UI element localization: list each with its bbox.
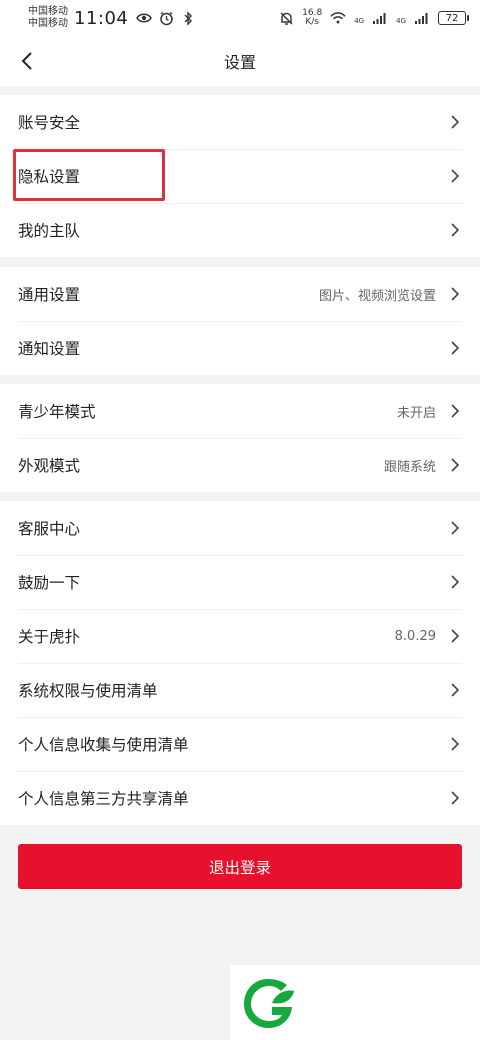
item-label: 客服中心 (18, 520, 81, 538)
chevron-right-icon (450, 574, 462, 590)
item-label: 关于虎扑 (18, 628, 81, 646)
wifi-icon (330, 10, 346, 26)
item-label: 通知设置 (18, 340, 81, 358)
item-label: 个人信息收集与使用清单 (18, 736, 189, 754)
settings-group-mode: 青少年模式 未开启 外观模式 跟随系统 (0, 384, 480, 492)
signal-1-icon (372, 10, 388, 26)
logout-button[interactable]: 退出登录 (18, 844, 462, 889)
settings-group-about: 客服中心 鼓励一下 关于虎扑 8.0.29 系统权限与使用清单 个人信息收集与使… (0, 501, 480, 825)
carrier-info: 中国移动 中国移动 (28, 6, 68, 30)
chevron-right-icon (450, 222, 462, 238)
settings-item-permissions-list[interactable]: 系统权限与使用清单 (0, 663, 480, 717)
item-label: 通用设置 (18, 286, 81, 304)
back-button[interactable] (12, 46, 42, 76)
carrier-2: 中国移动 (28, 18, 68, 29)
chevron-right-icon (450, 520, 462, 536)
leaf-logo-icon (244, 979, 294, 1028)
clock: 11:04 (74, 7, 129, 29)
chevron-right-icon (450, 628, 462, 644)
settings-item-about[interactable]: 关于虎扑 8.0.29 (0, 609, 480, 663)
item-label: 个人信息第三方共享清单 (18, 790, 189, 808)
chevron-right-icon (450, 340, 462, 356)
battery-indicator: 72 (438, 11, 469, 25)
item-value: 未开启 (396, 405, 436, 421)
settings-group-account: 账号安全 隐私设置 我的主队 (0, 95, 480, 257)
item-value: 跟随系统 (383, 459, 436, 475)
settings-item-personal-info-collection[interactable]: 个人信息收集与使用清单 (0, 717, 480, 771)
eye-icon (136, 10, 153, 26)
settings-item-privacy[interactable]: 隐私设置 (0, 149, 480, 203)
signal-1-label: 4G (354, 17, 365, 25)
chevron-right-icon (450, 790, 462, 806)
chevron-right-icon (450, 168, 462, 184)
battery-level: 72 (445, 12, 459, 24)
item-value: 8.0.29 (394, 628, 436, 644)
nav-bar: 设置 (0, 36, 480, 86)
item-label: 外观模式 (18, 457, 81, 475)
settings-item-general[interactable]: 通用设置 图片、视频浏览设置 (0, 267, 480, 321)
chevron-left-icon (21, 52, 32, 70)
status-bar: 中国移动 中国移动 11:04 16.8 K/s 4G 4G 72 (0, 0, 480, 36)
mute-bell-icon (278, 10, 294, 26)
carrier-1: 中国移动 (28, 6, 68, 17)
speed-unit: K/s (305, 17, 319, 27)
settings-item-teen-mode[interactable]: 青少年模式 未开启 (0, 384, 480, 438)
item-label: 鼓励一下 (18, 574, 81, 592)
chevron-right-icon (450, 457, 462, 473)
network-speed: 16.8 K/s (302, 9, 322, 27)
chevron-right-icon (450, 403, 462, 419)
item-label: 我的主队 (18, 222, 81, 240)
chevron-right-icon (450, 114, 462, 130)
signal-2-label: 4G (396, 17, 406, 25)
settings-item-customer-service[interactable]: 客服中心 (0, 501, 480, 555)
chevron-right-icon (450, 736, 462, 752)
settings-item-third-party-sharing[interactable]: 个人信息第三方共享清单 (0, 771, 480, 825)
chevron-right-icon (450, 682, 462, 698)
alarm-icon (158, 10, 174, 26)
item-label: 账号安全 (18, 114, 81, 132)
settings-item-appearance[interactable]: 外观模式 跟随系统 (0, 438, 480, 492)
settings-group-general: 通用设置 图片、视频浏览设置 通知设置 (0, 267, 480, 375)
bluetooth-icon (180, 10, 196, 26)
settings-item-account-security[interactable]: 账号安全 (0, 95, 480, 149)
item-label: 青少年模式 (18, 403, 96, 421)
settings-item-home-team[interactable]: 我的主队 (0, 203, 480, 257)
chevron-right-icon (450, 286, 462, 302)
settings-item-notifications[interactable]: 通知设置 (0, 321, 480, 375)
item-label: 系统权限与使用清单 (18, 682, 158, 700)
item-label: 隐私设置 (18, 168, 81, 186)
item-value: 图片、视频浏览设置 (318, 288, 436, 304)
watermark (230, 965, 480, 1040)
page-title: 设置 (223, 53, 256, 72)
settings-item-encourage[interactable]: 鼓励一下 (0, 555, 480, 609)
signal-2-icon (414, 10, 430, 26)
